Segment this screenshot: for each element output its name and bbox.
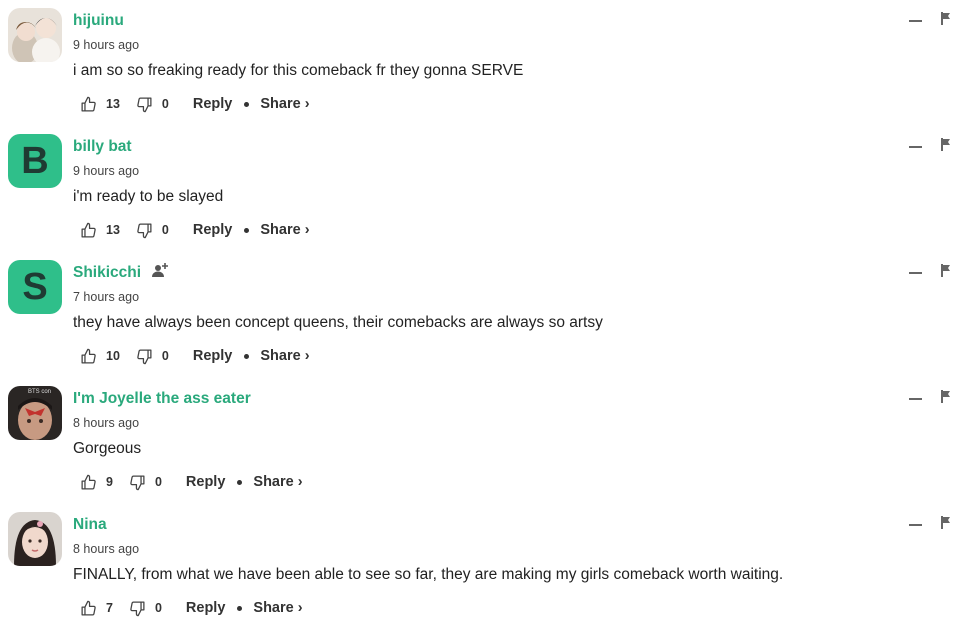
author-name-text[interactable]: billy bat bbox=[73, 138, 132, 155]
like-button[interactable]: 10 bbox=[80, 348, 120, 365]
thumbs-down-icon bbox=[130, 474, 145, 490]
dislike-count: 0 bbox=[161, 223, 169, 237]
minus-icon[interactable] bbox=[909, 272, 922, 274]
minus-icon[interactable] bbox=[909, 524, 922, 526]
like-count: 10 bbox=[106, 349, 120, 363]
dislike-button[interactable]: 0 bbox=[136, 96, 169, 113]
thumbs-up-icon bbox=[81, 600, 96, 616]
thumbs-down-icon bbox=[137, 96, 152, 112]
reply-button[interactable]: Reply bbox=[186, 474, 226, 490]
avatar[interactable]: S bbox=[8, 260, 62, 314]
comment: Nina 8 hours ago FINALLY, from what we h… bbox=[0, 504, 960, 630]
avatar[interactable] bbox=[8, 8, 62, 62]
author-name-text[interactable]: hijuinu bbox=[73, 12, 124, 29]
comment: BTS con I'm Joyelle the ass eater 8 hour… bbox=[0, 378, 960, 504]
author-name-text[interactable]: Shikicchi bbox=[73, 264, 141, 281]
dislike-count: 0 bbox=[154, 601, 162, 615]
like-count: 7 bbox=[106, 601, 113, 615]
dislike-button[interactable]: 0 bbox=[129, 474, 162, 491]
comment-text: i am so so freaking ready for this comeb… bbox=[73, 62, 524, 79]
separator-dot bbox=[244, 353, 250, 359]
flag-icon[interactable] bbox=[941, 390, 951, 403]
comment: B billy bat 9 hours ago i'm ready to be … bbox=[0, 126, 960, 252]
separator-dot bbox=[237, 479, 243, 485]
share-button[interactable]: Share › bbox=[260, 222, 309, 238]
author-name[interactable]: billy bat bbox=[73, 138, 132, 156]
thumbs-up-icon bbox=[81, 348, 96, 364]
thumbs-up-icon bbox=[81, 96, 96, 112]
dislike-count: 0 bbox=[161, 97, 169, 111]
comment-actions: 13 0 Reply Share › bbox=[80, 220, 310, 240]
like-count: 9 bbox=[106, 475, 113, 489]
comment: S Shikicchi 7 hours ago they have always… bbox=[0, 252, 960, 378]
dislike-button[interactable]: 0 bbox=[129, 600, 162, 617]
thumbs-up-icon bbox=[81, 474, 96, 490]
dislike-count: 0 bbox=[154, 475, 162, 489]
separator-dot bbox=[244, 227, 250, 233]
author-name-text[interactable]: I'm Joyelle the ass eater bbox=[73, 390, 251, 407]
flag-icon[interactable] bbox=[941, 264, 951, 277]
comment-text: Gorgeous bbox=[73, 440, 142, 457]
avatar-overlay-text: BTS con bbox=[28, 389, 51, 395]
comment-text: FINALLY, from what we have been able to … bbox=[73, 566, 784, 583]
like-button[interactable]: 9 bbox=[80, 474, 113, 491]
like-button[interactable]: 13 bbox=[80, 96, 120, 113]
comment: hijuinu 9 hours ago i am so so freaking … bbox=[0, 0, 960, 126]
separator-dot bbox=[237, 605, 243, 611]
dislike-button[interactable]: 0 bbox=[136, 348, 169, 365]
separator-dot bbox=[244, 101, 250, 107]
reply-button[interactable]: Reply bbox=[193, 96, 233, 112]
minus-icon[interactable] bbox=[909, 20, 922, 22]
minus-icon[interactable] bbox=[909, 146, 922, 148]
thumbs-down-icon bbox=[130, 600, 145, 616]
timestamp[interactable]: 9 hours ago bbox=[73, 38, 139, 52]
timestamp[interactable]: 8 hours ago bbox=[73, 542, 139, 556]
thumbs-down-icon bbox=[137, 348, 152, 364]
share-button[interactable]: Share › bbox=[253, 600, 302, 616]
author-name[interactable]: I'm Joyelle the ass eater bbox=[73, 390, 251, 408]
comment-text: i'm ready to be slayed bbox=[73, 188, 224, 205]
add-follower-icon[interactable] bbox=[151, 262, 169, 278]
author-name-text[interactable]: Nina bbox=[73, 516, 107, 533]
avatar-letter: B bbox=[21, 140, 49, 182]
comment-actions: 13 0 Reply Share › bbox=[80, 94, 310, 114]
author-name[interactable]: Shikicchi bbox=[73, 262, 169, 282]
share-button[interactable]: Share › bbox=[260, 348, 309, 364]
comment-actions: 10 0 Reply Share › bbox=[80, 346, 310, 366]
flag-icon[interactable] bbox=[941, 12, 951, 25]
like-button[interactable]: 7 bbox=[80, 600, 113, 617]
timestamp[interactable]: 9 hours ago bbox=[73, 164, 139, 178]
author-name[interactable]: Nina bbox=[73, 516, 107, 534]
avatar[interactable]: B bbox=[8, 134, 62, 188]
dislike-button[interactable]: 0 bbox=[136, 222, 169, 239]
share-button[interactable]: Share › bbox=[260, 96, 309, 112]
avatar-letter: S bbox=[22, 266, 48, 308]
comment-actions: 9 0 Reply Share › bbox=[80, 472, 303, 492]
like-button[interactable]: 13 bbox=[80, 222, 120, 239]
comment-actions: 7 0 Reply Share › bbox=[80, 598, 303, 618]
dislike-count: 0 bbox=[161, 349, 169, 363]
thumbs-up-icon bbox=[81, 222, 96, 238]
share-button[interactable]: Share › bbox=[253, 474, 302, 490]
reply-button[interactable]: Reply bbox=[193, 222, 233, 238]
author-name[interactable]: hijuinu bbox=[73, 12, 124, 30]
timestamp[interactable]: 7 hours ago bbox=[73, 290, 139, 304]
reply-button[interactable]: Reply bbox=[186, 600, 226, 616]
avatar[interactable] bbox=[8, 512, 62, 566]
flag-icon[interactable] bbox=[941, 516, 951, 529]
thumbs-down-icon bbox=[137, 222, 152, 238]
flag-icon[interactable] bbox=[941, 138, 951, 151]
minus-icon[interactable] bbox=[909, 398, 922, 400]
avatar[interactable]: BTS con bbox=[8, 386, 62, 440]
like-count: 13 bbox=[106, 97, 120, 111]
like-count: 13 bbox=[106, 223, 120, 237]
timestamp[interactable]: 8 hours ago bbox=[73, 416, 139, 430]
reply-button[interactable]: Reply bbox=[193, 348, 233, 364]
comment-text: they have always been concept queens, th… bbox=[73, 314, 603, 331]
